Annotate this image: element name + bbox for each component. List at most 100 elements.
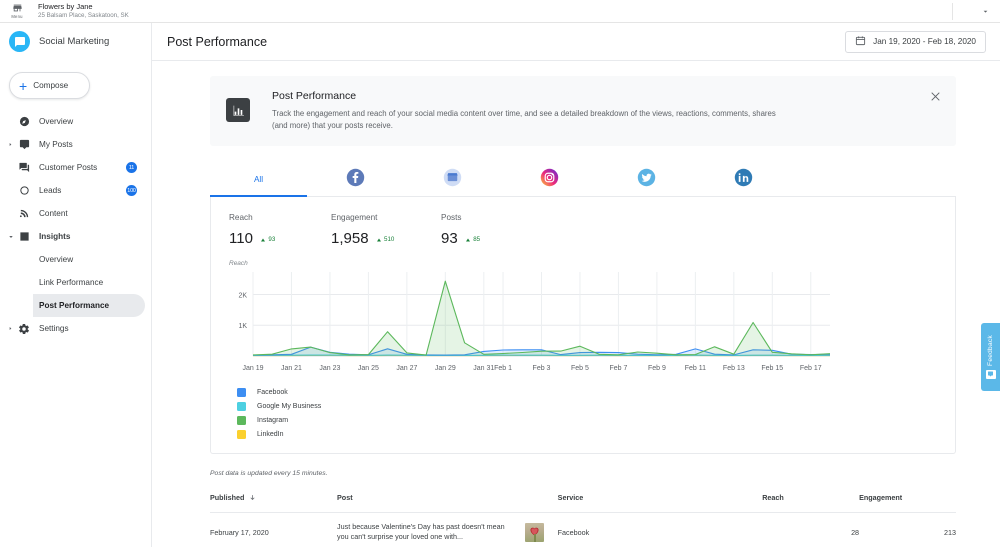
sidebar-item-customer-posts[interactable]: Customer Posts 11	[0, 156, 145, 179]
svg-text:Feb 5: Feb 5	[571, 365, 589, 372]
column-header-published[interactable]: Published	[210, 487, 337, 512]
gear-icon	[15, 323, 33, 335]
tab-instagram[interactable]	[501, 163, 598, 196]
column-header-post: Post	[337, 487, 525, 512]
insights-subnav: Overview Link Performance Post Performan…	[0, 248, 151, 317]
sidebar-item-overview[interactable]: Overview	[0, 110, 145, 133]
stat-value: 1,958	[331, 230, 369, 247]
rss-icon	[15, 208, 33, 219]
svg-text:Feb 15: Feb 15	[761, 365, 783, 372]
compose-container: + Compose	[0, 60, 151, 107]
cell-engagement: 213	[859, 512, 956, 547]
tab-twitter[interactable]	[598, 163, 695, 196]
sidebar-item-label: Overview	[39, 255, 145, 264]
sidebar: Social Marketing + Compose Overview	[0, 23, 152, 547]
topbar-divider	[952, 3, 953, 20]
target-icon	[15, 185, 33, 196]
post-text: Just because Valentine's Day has past do…	[337, 522, 525, 543]
business-name: Flowers by Jane	[38, 3, 129, 12]
tab-facebook[interactable]	[307, 163, 404, 196]
compose-label: Compose	[33, 81, 68, 90]
svg-text:1K: 1K	[238, 323, 247, 330]
stat-value-row: 1,958 510	[331, 230, 441, 248]
expand-arrow-icon[interactable]	[6, 326, 15, 331]
legend-item[interactable]: Instagram	[237, 413, 937, 427]
social-marketing-logo-icon	[9, 31, 30, 52]
compose-button[interactable]: + Compose	[9, 72, 90, 99]
business-address: 25 Balsam Place, Saskatoon, SK	[38, 12, 129, 19]
status-badge: 11	[126, 162, 137, 173]
sidebar-item-label: Content	[39, 209, 145, 218]
table-row[interactable]: February 17, 2020 Just because Valentine…	[210, 512, 956, 547]
column-header-service: Service	[558, 487, 763, 512]
close-icon[interactable]	[929, 90, 942, 108]
svg-text:Jan 23: Jan 23	[319, 365, 340, 372]
table-head: Published Post Service Reach Engagement	[210, 487, 956, 512]
expand-arrow-icon[interactable]	[6, 142, 15, 147]
svg-text:Jan 21: Jan 21	[281, 365, 302, 372]
date-range-picker[interactable]: Jan 19, 2020 - Feb 18, 2020	[845, 31, 986, 53]
tab-linkedin[interactable]	[695, 163, 792, 196]
page-header: Post Performance Jan 19, 2020 - Feb 18, …	[152, 23, 1000, 61]
arrow-up-icon	[260, 230, 266, 248]
sidebar-item-link-performance[interactable]: Link Performance	[33, 271, 145, 294]
stat-value-row: 93 85	[441, 230, 543, 248]
sidebar-item-leads[interactable]: Leads 100	[0, 179, 145, 202]
stat-delta: 85	[465, 230, 480, 248]
feedback-tab[interactable]: Feedback	[981, 323, 1000, 391]
tab-google-my-business[interactable]	[404, 163, 501, 196]
sidebar-item-my-posts[interactable]: My Posts	[0, 133, 145, 156]
cell-thumbnail	[525, 512, 557, 547]
feedback-icon	[986, 370, 996, 379]
chart-x-axis: Jan 19Jan 21Jan 23Jan 25Jan 27Jan 29Jan …	[229, 360, 834, 376]
google-my-business-icon	[443, 168, 462, 192]
svg-text:Feb 7: Feb 7	[609, 365, 627, 372]
tab-label: All	[254, 175, 263, 184]
legend-item[interactable]: Facebook	[237, 385, 937, 399]
compass-icon	[15, 116, 33, 127]
cell-post: Just because Valentine's Day has past do…	[337, 512, 525, 547]
sidebar-item-label: Post Performance	[39, 301, 145, 310]
account-dropdown-button[interactable]	[981, 0, 990, 23]
sidebar-item-settings[interactable]: Settings	[0, 317, 145, 340]
calendar-icon	[855, 33, 866, 51]
menu-label: Menu	[11, 14, 22, 19]
sidebar-item-insights[interactable]: Insights	[0, 225, 145, 248]
tab-all[interactable]: All	[210, 163, 307, 196]
sidebar-item-label: Link Performance	[39, 278, 145, 287]
performance-card: Reach 110 93 Engagement	[210, 197, 956, 454]
stat-delta-value: 510	[384, 236, 394, 243]
sidebar-item-insights-overview[interactable]: Overview	[33, 248, 145, 271]
sidebar-item-content[interactable]: Content	[0, 202, 145, 225]
legend-item[interactable]: LinkedIn	[237, 427, 937, 441]
sidebar-item-label: My Posts	[39, 140, 145, 149]
sidebar-item-label: Insights	[39, 232, 145, 241]
facebook-icon	[346, 168, 365, 192]
column-label: Service	[558, 493, 584, 502]
sidebar-item-label: Leads	[39, 186, 126, 195]
column-label: Published	[210, 493, 244, 502]
table-body: February 17, 2020 Just because Valentine…	[210, 512, 956, 547]
svg-text:2K: 2K	[238, 293, 247, 300]
stat-label: Reach	[229, 213, 331, 222]
menu-button[interactable]: Menu	[0, 0, 34, 23]
content-area: Post Performance Track the engagement an…	[152, 61, 1000, 547]
linkedin-icon	[734, 168, 753, 192]
stat-value: 93	[441, 230, 458, 247]
legend-item[interactable]: Google My Business	[237, 399, 937, 413]
brand[interactable]: Social Marketing	[0, 23, 151, 60]
svg-text:Feb 17: Feb 17	[800, 365, 822, 372]
sidebar-item-label: Overview	[39, 117, 145, 126]
chevron-down-icon	[981, 3, 990, 21]
arrow-up-icon	[465, 230, 471, 248]
sidebar-nav: Overview My Posts Customer Posts 11	[0, 107, 151, 340]
posts-table: Published Post Service Reach Engagement	[210, 487, 956, 547]
stat-reach: Reach 110 93	[229, 213, 331, 248]
sidebar-item-post-performance[interactable]: Post Performance	[33, 294, 145, 317]
stat-engagement: Engagement 1,958 510	[331, 213, 441, 248]
collapse-arrow-icon[interactable]	[6, 234, 15, 240]
svg-text:Jan 29: Jan 29	[435, 365, 456, 372]
cell-reach: 28	[762, 512, 859, 547]
svg-text:Jan 19: Jan 19	[242, 365, 263, 372]
column-header-thumbnail	[525, 487, 557, 512]
